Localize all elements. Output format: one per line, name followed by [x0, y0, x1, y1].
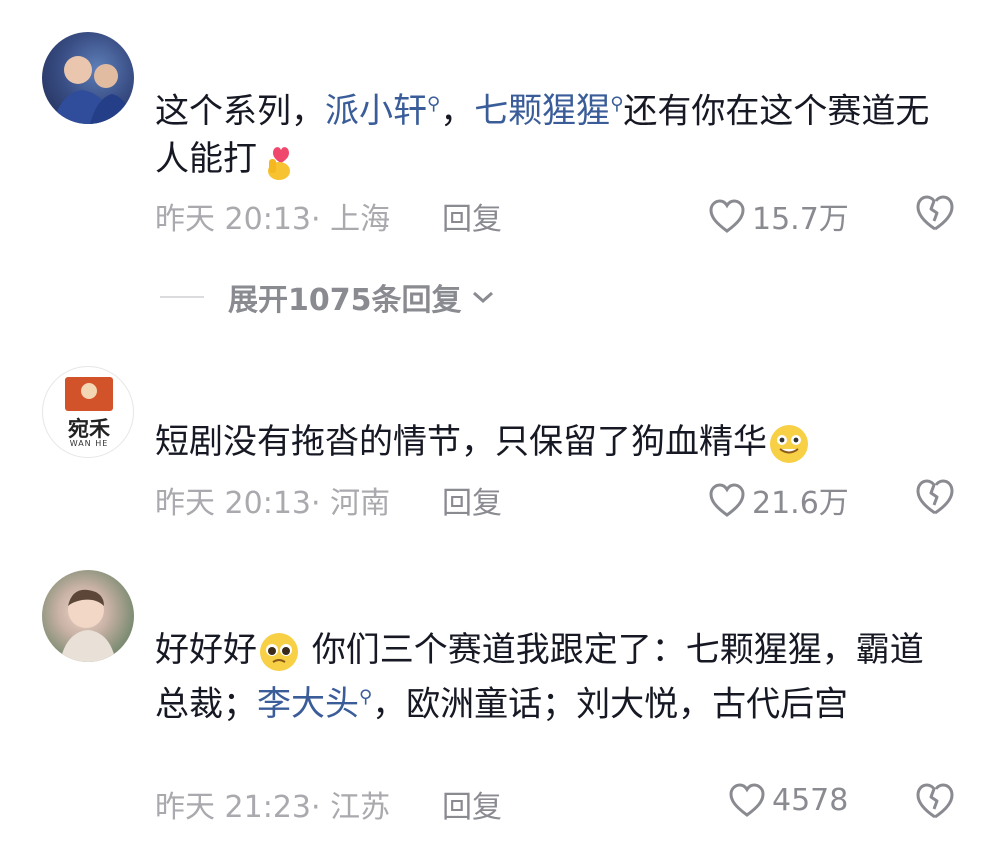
- like-button[interactable]: 4578: [728, 782, 848, 818]
- brand-logo: [65, 377, 113, 411]
- avatar[interactable]: 宛禾 WAN HE: [42, 366, 134, 458]
- grinning-emoji-icon: [770, 424, 808, 463]
- comment-text: 短剧没有拖沓的情节，只保留了狗血精华: [155, 418, 955, 466]
- dislike-button[interactable]: [914, 478, 956, 520]
- avatar[interactable]: [42, 570, 134, 662]
- comment-meta: 昨天 20:13· 河南: [155, 486, 391, 521]
- comment-meta: 昨天 20:13· 上海: [155, 202, 391, 237]
- mention-link[interactable]: 派小轩⚲: [325, 91, 440, 131]
- brand-name-en: WAN HE: [69, 439, 109, 448]
- mention-link[interactable]: 七颗猩猩⚲: [474, 91, 623, 131]
- expand-replies-button[interactable]: 展开1075条回复: [160, 275, 496, 319]
- reply-button[interactable]: 回复: [442, 782, 502, 826]
- comment-text: 好好好 你们三个赛道我跟定了：七颗猩猩，霸道总裁；李大头⚲，欧洲童话；刘大悦，古…: [155, 630, 924, 725]
- like-button[interactable]: 15.7万: [708, 194, 849, 238]
- search-icon: ⚲: [610, 94, 624, 115]
- divider: [160, 296, 204, 298]
- search-icon: ⚲: [427, 94, 441, 115]
- like-count: 21.6万: [752, 486, 849, 521]
- reply-button[interactable]: 回复: [442, 478, 502, 522]
- broken-heart-icon: [916, 479, 954, 515]
- mention-link[interactable]: 李大头⚲: [257, 684, 372, 724]
- comment-meta: 昨天 21:23· 江苏: [155, 790, 391, 825]
- broken-heart-icon: [916, 195, 954, 231]
- heart-outline-icon: [709, 483, 745, 517]
- comment-text: 这个系列，派小轩⚲，七颗猩猩⚲还有你在这个赛道无人能打: [155, 81, 955, 183]
- chevron-down-icon: [472, 291, 493, 304]
- heart-outline-icon: [709, 199, 745, 233]
- dislike-button[interactable]: [914, 194, 956, 236]
- like-button[interactable]: 21.6万: [708, 478, 849, 522]
- like-count: 4578: [772, 782, 849, 818]
- reply-button[interactable]: 回复: [442, 194, 502, 238]
- heart-outline-icon: [729, 783, 765, 817]
- dislike-button[interactable]: [914, 782, 956, 824]
- broken-heart-icon: [916, 783, 954, 819]
- avatar[interactable]: [42, 32, 134, 124]
- finger-heart-emoji-icon: [268, 146, 290, 180]
- like-count: 15.7万: [752, 202, 849, 237]
- pleading-emoji-icon: [260, 632, 298, 671]
- search-icon: ⚲: [359, 687, 373, 708]
